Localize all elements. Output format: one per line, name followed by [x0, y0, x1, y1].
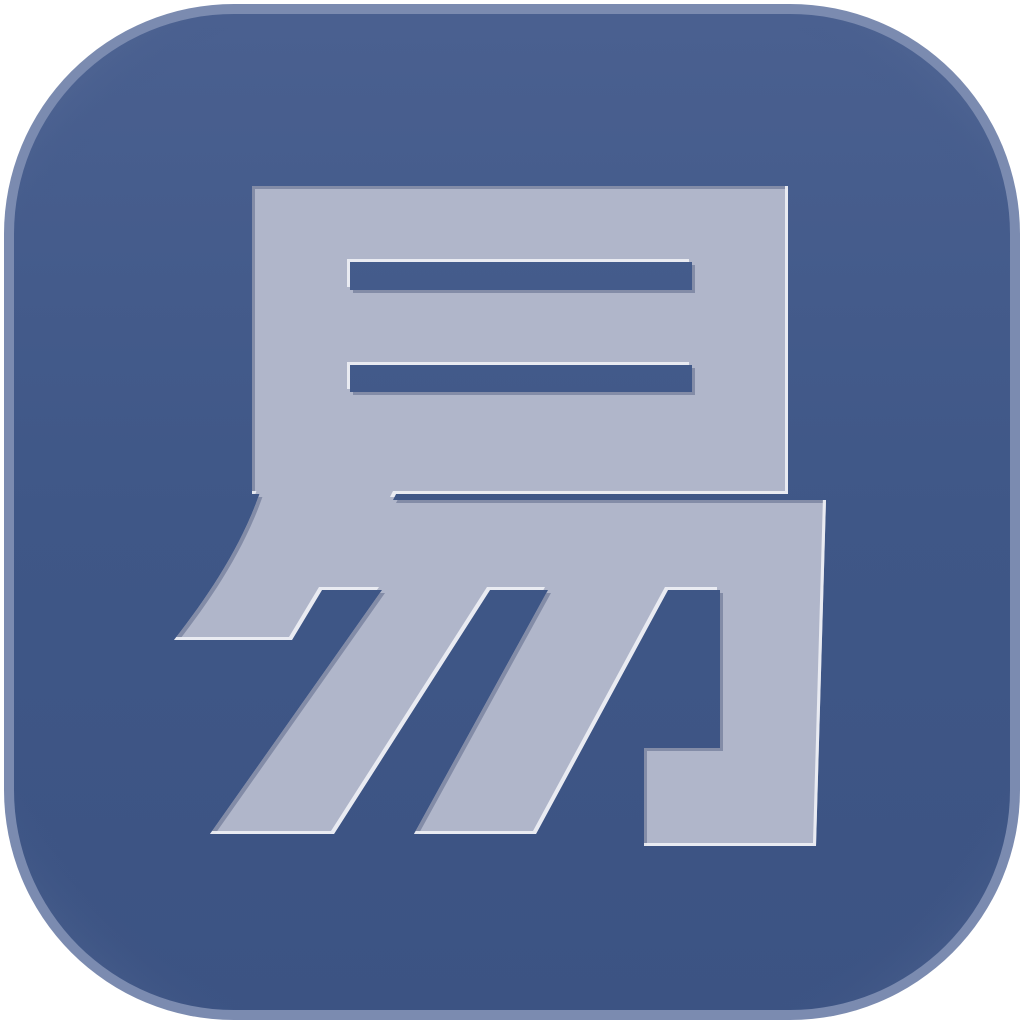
glyph-upper-box	[252, 186, 788, 522]
app-icon[interactable]	[0, 0, 1024, 1024]
app-icon-graphic	[4, 4, 1020, 1020]
